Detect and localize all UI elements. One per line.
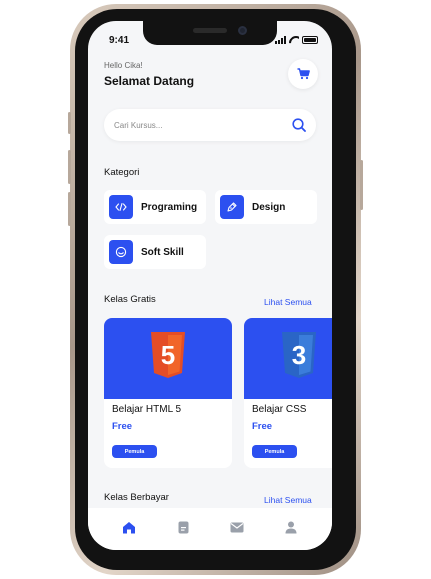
- signal-icon: [275, 36, 286, 44]
- greeting-text: Hello Cika!: [104, 61, 143, 70]
- free-classes-title: Kelas Gratis: [104, 294, 156, 305]
- smile-icon: [109, 240, 133, 264]
- category-programing[interactable]: Programing: [104, 190, 206, 224]
- profile-icon: [285, 521, 297, 533]
- paid-classes-see-all-link[interactable]: Lihat Semua: [264, 495, 312, 505]
- speaker: [193, 28, 227, 33]
- css3-logo: 3: [282, 332, 316, 378]
- battery-icon: [302, 36, 318, 44]
- phone-side-button: [68, 150, 71, 184]
- svg-text:3: 3: [292, 340, 306, 370]
- category-label: Soft Skill: [141, 246, 184, 258]
- camera: [238, 26, 247, 35]
- pen-icon: [220, 195, 244, 219]
- cart-icon: [297, 68, 310, 80]
- app-screen: 9:41 Hello Cika! Selamat Datang Kategori…: [88, 21, 332, 550]
- mail-icon: [230, 522, 244, 532]
- course-title: Belajar CSS: [252, 404, 307, 415]
- home-icon: [123, 521, 135, 533]
- search-bar: [104, 109, 316, 141]
- category-section-title: Kategori: [104, 167, 140, 178]
- paid-classes-title: Kelas Berbayar: [104, 492, 169, 503]
- phone-side-button: [360, 160, 363, 210]
- bottom-nav: [88, 508, 332, 550]
- phone-side-button: [68, 112, 71, 134]
- category-soft-skill[interactable]: Soft Skill: [104, 235, 206, 269]
- nav-courses[interactable]: [171, 515, 195, 539]
- search-icon[interactable]: [292, 118, 306, 132]
- nav-messages[interactable]: [225, 515, 249, 539]
- category-label: Programing: [141, 201, 198, 213]
- level-badge: Pemula: [112, 445, 157, 458]
- notch: [143, 21, 277, 45]
- course-title: Belajar HTML 5: [112, 404, 182, 415]
- cart-button[interactable]: [288, 59, 318, 89]
- status-time: 9:41: [109, 35, 130, 46]
- search-input[interactable]: [114, 109, 284, 141]
- course-card-css[interactable]: 3 Belajar CSS Free Pemula: [244, 318, 332, 468]
- level-badge: Pemula: [252, 445, 297, 458]
- nav-home[interactable]: [117, 515, 141, 539]
- html5-logo: 5: [151, 332, 185, 378]
- course-banner: 3: [244, 318, 332, 399]
- svg-text:5: 5: [161, 340, 175, 370]
- code-icon: [109, 195, 133, 219]
- course-card-html5[interactable]: 5 Belajar HTML 5 Free Pemula: [104, 318, 232, 468]
- course-price: Free: [252, 421, 273, 432]
- document-icon: [178, 521, 188, 533]
- category-design[interactable]: Design: [215, 190, 317, 224]
- wifi-icon: [289, 36, 299, 44]
- welcome-title: Selamat Datang: [104, 74, 195, 88]
- phone-side-button: [68, 192, 71, 226]
- status-icons: [275, 36, 318, 44]
- course-banner: 5: [104, 318, 232, 399]
- course-price: Free: [112, 421, 133, 432]
- nav-profile[interactable]: [279, 515, 303, 539]
- category-label: Design: [252, 201, 286, 213]
- free-classes-see-all-link[interactable]: Lihat Semua: [264, 297, 312, 307]
